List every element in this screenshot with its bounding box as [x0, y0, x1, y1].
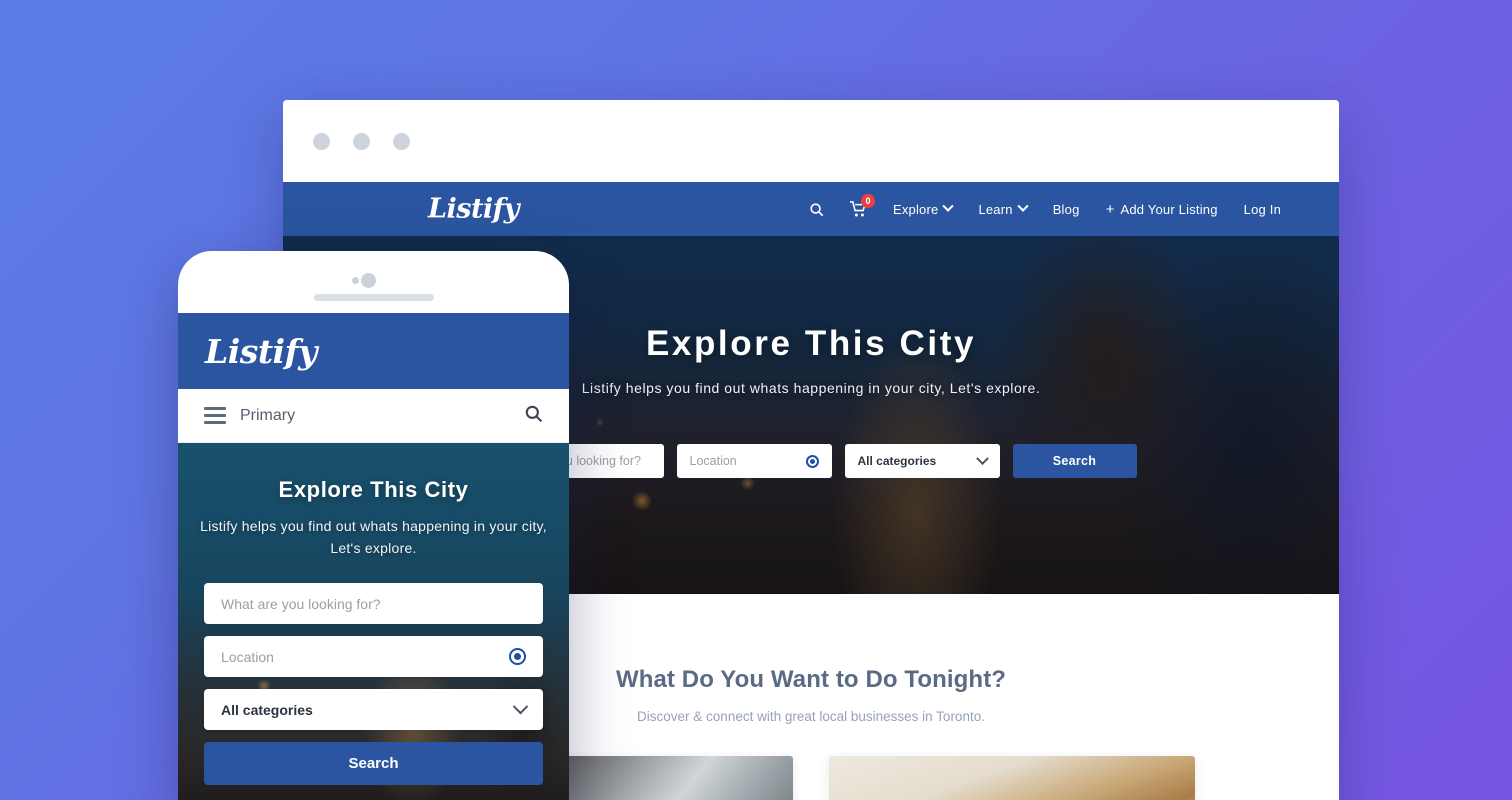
search-icon[interactable]: [524, 404, 543, 428]
search-icon[interactable]: [809, 202, 824, 217]
nav-item-learn[interactable]: Learn: [978, 200, 1029, 217]
mobile-search-what-placeholder: What are you looking for?: [221, 595, 381, 612]
hamburger-icon: [204, 407, 226, 424]
nav-item-login-label: Log In: [1243, 201, 1281, 217]
chevron-down-icon: [942, 200, 955, 212]
search-input-location-placeholder: Location: [689, 454, 737, 468]
search-select-category[interactable]: All categories: [844, 444, 1000, 478]
nav-item-blog-label: Blog: [1052, 201, 1080, 217]
browser-dot-2[interactable]: [353, 132, 370, 150]
phone-camera-dot: [360, 273, 376, 288]
mobile-search-input-what[interactable]: What are you looking for?: [204, 583, 543, 625]
desktop-navbar: Listify 0 Explore Learn Blog + Add Your …: [283, 182, 1339, 236]
mobile-search-input-location[interactable]: Location: [204, 636, 543, 678]
browser-dot-3[interactable]: [393, 132, 410, 150]
phone-sensor-dot: [352, 277, 359, 284]
mobile-brand-logo[interactable]: Listify: [205, 332, 317, 371]
page-background: Listify 0 Explore Learn Blog + Add Your …: [0, 0, 1512, 800]
search-input-location[interactable]: Location: [676, 444, 832, 478]
nav-item-add-listing-label: Add Your Listing: [1120, 201, 1218, 217]
desktop-nav-menu: 0 Explore Learn Blog + Add Your Listing: [809, 194, 1281, 217]
phone-top-bezel: [178, 251, 569, 313]
mobile-menu-toggle[interactable]: Primary: [204, 407, 295, 425]
nav-item-explore[interactable]: Explore: [892, 200, 955, 217]
mobile-search-form: What are you looking for? Location All c…: [178, 583, 569, 786]
mobile-search-button[interactable]: Search: [204, 742, 543, 786]
geolocate-icon[interactable]: [509, 648, 526, 666]
mobile-hero-title: Explore This City: [278, 477, 469, 502]
nav-item-log-in[interactable]: Log In: [1244, 202, 1281, 217]
mobile-phone-mockup: Listify Primary Explore This City Listif…: [178, 251, 569, 800]
chevron-down-icon: [512, 699, 529, 715]
nav-item-learn-label: Learn: [978, 201, 1013, 217]
mobile-navbar: Listify: [178, 313, 569, 389]
mobile-search-select-category[interactable]: All categories: [204, 689, 543, 731]
mobile-search-location-placeholder: Location: [221, 648, 274, 665]
plus-icon: +: [1105, 200, 1115, 218]
mobile-hero-content: Explore This City Listify helps you find…: [178, 443, 569, 559]
chevron-down-icon: [975, 451, 989, 465]
browser-dot-1[interactable]: [313, 132, 330, 150]
search-select-category-value: All categories: [857, 454, 937, 468]
search-button[interactable]: Search: [1012, 444, 1137, 478]
mobile-menu-label: Primary: [240, 406, 296, 424]
browser-chrome-bar: [283, 100, 1339, 182]
listing-card-2[interactable]: [829, 756, 1195, 800]
mobile-search-category-value: All categories: [221, 701, 313, 718]
phone-speaker-bar: [313, 294, 434, 301]
chevron-down-icon: [1017, 200, 1029, 212]
nav-item-add-your-listing[interactable]: + Add Your Listing: [1106, 202, 1218, 217]
nav-item-blog[interactable]: Blog: [1053, 202, 1080, 217]
cart-count-badge: 0: [860, 194, 875, 208]
mobile-hero-subtitle: Listify helps you find out whats happeni…: [200, 518, 547, 556]
mobile-primary-bar: Primary: [178, 389, 569, 443]
nav-item-explore-label: Explore: [892, 201, 939, 217]
cart-icon[interactable]: 0: [849, 194, 875, 217]
geolocate-icon[interactable]: [805, 454, 819, 468]
mobile-hero-section: Explore This City Listify helps you find…: [178, 443, 569, 800]
brand-logo[interactable]: Listify: [428, 194, 519, 225]
